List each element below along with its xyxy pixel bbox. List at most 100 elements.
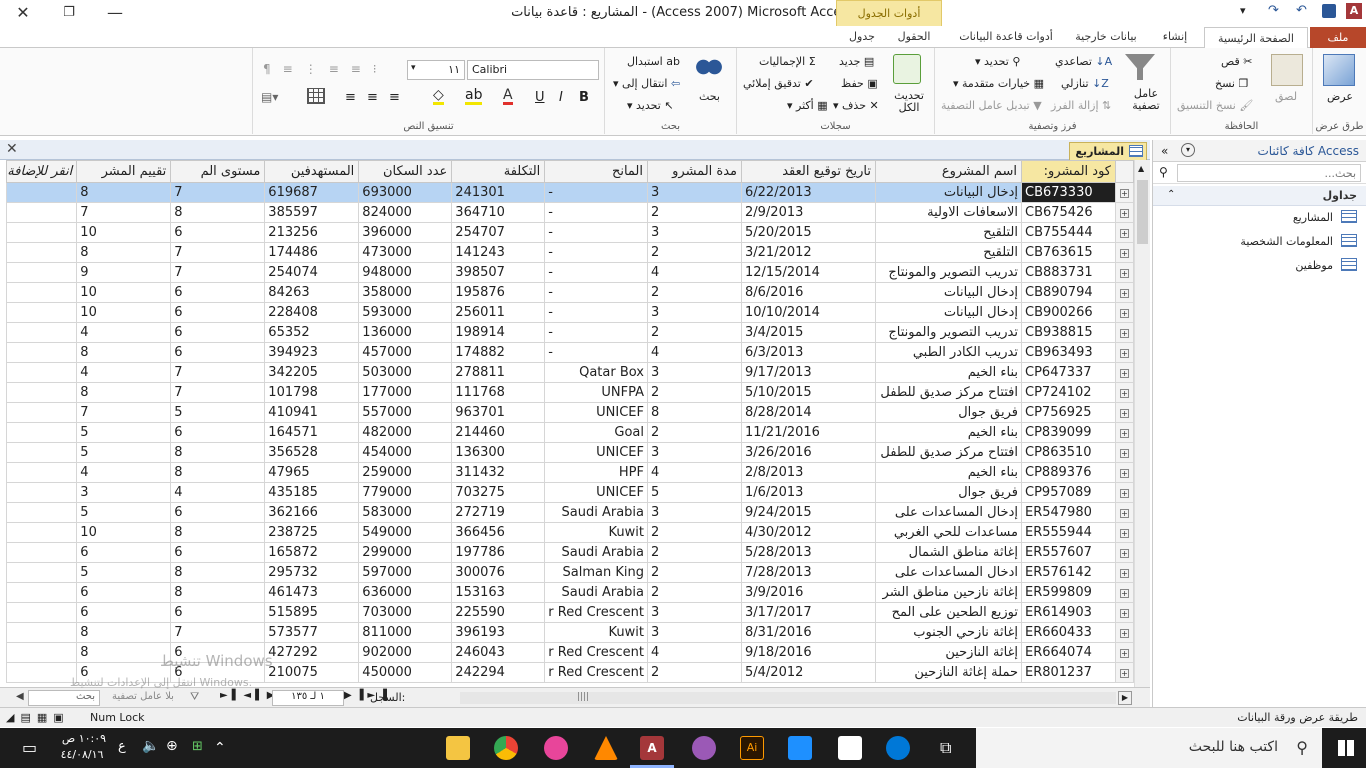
table-cell[interactable]: r Red Crescent [544, 662, 648, 683]
table-cell[interactable]: 6 [170, 322, 266, 343]
clock-time[interactable]: ١٠:٠٩ ص [56, 732, 112, 745]
table-cell[interactable]: 557000 [358, 402, 453, 423]
expand-subdatasheet-icon[interactable]: + [1120, 189, 1129, 198]
table-cell[interactable]: 242294 [451, 662, 546, 683]
collapse-nav-icon[interactable]: « [1161, 144, 1168, 158]
table-cell[interactable]: 225590 [451, 602, 546, 623]
add-field-cell[interactable] [6, 362, 78, 383]
table-cell[interactable]: 619687 [264, 182, 360, 203]
table-cell[interactable]: 3/26/2016 [741, 442, 876, 463]
table-cell[interactable]: 259000 [358, 462, 453, 483]
table-cell[interactable]: 3 [647, 622, 742, 643]
table-row[interactable]: + ER555944 مساعدات للحي الغربي 4/30/2012 2 Ku… [6, 522, 1134, 543]
copy-button[interactable]: نسخ ❐ [1215, 77, 1248, 90]
column-header[interactable]: تاريخ توقيع العقد [741, 160, 876, 183]
table-cell[interactable]: 3 [647, 302, 742, 323]
table-cell[interactable]: 364710 [451, 202, 546, 223]
replace-button[interactable]: استبدال ab [627, 55, 680, 68]
table-cell[interactable]: 136300 [451, 442, 546, 463]
align-center-icon[interactable]: ≡ [367, 90, 378, 105]
tab-create[interactable]: إنشاء [1150, 26, 1200, 48]
table-cell[interactable]: 3 [647, 362, 742, 383]
table-cell[interactable]: 385597 [264, 202, 360, 223]
table-cell[interactable]: 9/18/2016 [741, 642, 876, 663]
expand-subdatasheet-icon[interactable]: + [1120, 609, 1129, 618]
tab-home[interactable]: الصفحة الرئيسية [1204, 27, 1308, 49]
clock-date[interactable]: ٤٤/٠٨/١٦ [52, 748, 112, 761]
table-row[interactable]: + CP863510 افتتاح مركز صديق للطفل 3/26/2016… [6, 442, 1134, 463]
table-cell[interactable]: إدخال البيانات [875, 282, 1022, 303]
mail-icon[interactable] [788, 736, 812, 760]
add-field-cell[interactable] [6, 442, 78, 463]
qat-dropdown-icon[interactable]: ▾ [1240, 4, 1246, 17]
add-field-cell[interactable] [6, 342, 78, 363]
table-cell[interactable]: 10/10/2014 [741, 302, 876, 323]
horizontal-scroll-thumb[interactable]: |||| [560, 692, 606, 704]
current-record-input[interactable]: ١ لـ ١٣٥ [272, 690, 344, 706]
table-cell[interactable]: 7 [170, 362, 266, 383]
expand-subdatasheet-icon[interactable]: + [1120, 649, 1129, 658]
add-field-cell[interactable] [6, 482, 78, 503]
network-icon[interactable]: ⊞ [192, 739, 203, 754]
table-cell[interactable]: UNICEF [544, 482, 648, 503]
table-cell[interactable]: 2 [647, 582, 742, 603]
add-field-cell[interactable] [6, 462, 78, 483]
table-cell[interactable]: 8 [76, 242, 172, 263]
table-cell[interactable]: Kuwit [544, 622, 648, 643]
row-selector[interactable]: + [1115, 502, 1134, 523]
expand-subdatasheet-icon[interactable]: + [1120, 529, 1129, 538]
table-cell[interactable]: 583000 [358, 502, 453, 523]
add-field-cell[interactable] [6, 502, 78, 523]
table-cell[interactable]: 593000 [358, 302, 453, 323]
table-cell[interactable]: 6 [76, 602, 172, 623]
table-cell[interactable]: 174882 [451, 342, 546, 363]
table-cell[interactable]: التلقيح [875, 222, 1022, 243]
underline-icon[interactable]: U [535, 90, 545, 105]
table-cell[interactable]: ER664074 [1021, 642, 1116, 663]
row-selector[interactable]: + [1115, 562, 1134, 583]
nav-item-projects[interactable]: المشاريع [1153, 206, 1366, 230]
table-cell[interactable]: 3/21/2012 [741, 242, 876, 263]
table-cell[interactable]: - [544, 242, 648, 263]
highlight-icon[interactable]: ab [465, 88, 483, 105]
table-cell[interactable]: 195876 [451, 282, 546, 303]
column-header[interactable]: كود المشرو: [1021, 160, 1116, 183]
table-cell[interactable]: CB675426 [1021, 202, 1116, 223]
table-cell[interactable]: بناء الخيم [875, 422, 1022, 443]
table-cell[interactable]: 4 [647, 262, 742, 283]
table-cell[interactable]: 8 [76, 342, 172, 363]
table-cell[interactable]: CP724102 [1021, 382, 1116, 403]
table-cell[interactable]: CB938815 [1021, 322, 1116, 343]
table-cell[interactable]: 9/24/2015 [741, 502, 876, 523]
row-selector[interactable]: + [1115, 402, 1134, 423]
table-cell[interactable]: 4 [647, 642, 742, 663]
table-cell[interactable]: 6 [170, 342, 266, 363]
table-cell[interactable]: 597000 [358, 562, 453, 583]
table-cell[interactable]: 2 [647, 282, 742, 303]
table-cell[interactable]: 703275 [451, 482, 546, 503]
start-button[interactable] [1326, 728, 1366, 768]
table-cell[interactable]: CB890794 [1021, 282, 1116, 303]
volume-icon[interactable]: 🔈 [142, 738, 159, 754]
table-cell[interactable]: ER547980 [1021, 502, 1116, 523]
table-cell[interactable]: 6 [170, 282, 266, 303]
table-row[interactable]: + CB763615 التلقيح 3/21/2012 2-141243 473000 1… [6, 242, 1134, 263]
table-row[interactable]: + CB673330 إدخال البيانات 6/22/2013 3-241301… [6, 182, 1134, 203]
table-cell[interactable]: 278811 [451, 362, 546, 383]
table-cell[interactable]: CP863510 [1021, 442, 1116, 463]
table-cell[interactable]: 7 [170, 262, 266, 283]
table-cell[interactable]: 8 [170, 522, 266, 543]
table-cell[interactable]: إغاثة نازحي الجنوب [875, 622, 1022, 643]
table-cell[interactable]: 948000 [358, 262, 453, 283]
store-icon[interactable] [838, 736, 862, 760]
font-size-dropdown-icon[interactable]: ▾ [411, 63, 416, 73]
table-row[interactable]: + CB755444 التلقيح 5/20/2015 3-254707 396000 2… [6, 222, 1134, 243]
table-cell[interactable]: Saudi Arabia [544, 582, 648, 603]
table-cell[interactable]: 824000 [358, 202, 453, 223]
table-cell[interactable]: 6 [170, 422, 266, 443]
expand-subdatasheet-icon[interactable]: + [1120, 409, 1129, 418]
table-cell[interactable]: 141243 [451, 242, 546, 263]
vlc-icon[interactable] [594, 736, 618, 760]
edge-icon[interactable] [886, 736, 910, 760]
add-field-cell[interactable] [6, 542, 78, 563]
